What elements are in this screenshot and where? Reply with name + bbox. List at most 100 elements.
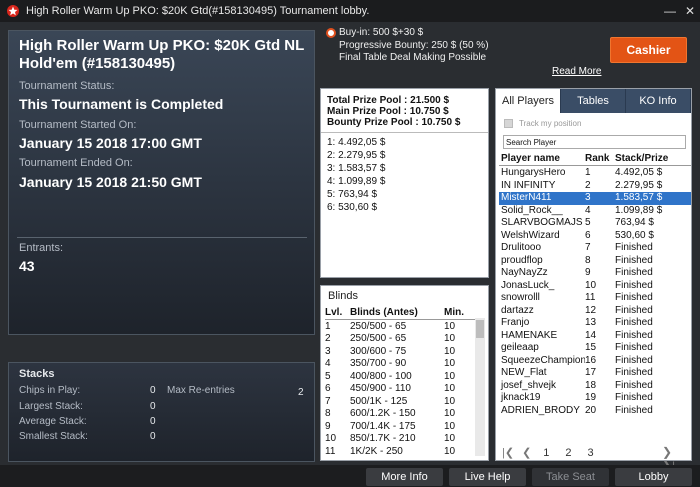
prize-item: 5: 763,94 $ <box>327 189 378 200</box>
blind-amounts: 700/1.4K - 175 <box>350 420 416 432</box>
players-pager: |❮ ❮ 1 2 3 <box>502 446 594 460</box>
tab-tables[interactable]: Tables <box>561 89 626 113</box>
player-name: HAMENAKE <box>501 329 558 341</box>
blind-level: 11 <box>325 445 336 457</box>
player-stack-prize: 1.099,89 $ <box>615 204 663 216</box>
player-stack-prize: Finished <box>615 367 653 378</box>
player-stack-prize: 2.279,95 $ <box>615 179 663 191</box>
blinds-header: Blinds <box>328 290 358 302</box>
player-row[interactable]: SqueezeChampion 16 Finished <box>499 355 691 368</box>
page-link[interactable]: 1 <box>543 447 549 459</box>
page-link[interactable]: 2 <box>565 447 571 459</box>
prize-item: 1: 4.492,05 $ <box>327 137 386 148</box>
cashier-button[interactable]: Cashier <box>610 37 687 63</box>
player-name: SLARVBOGMAJS <box>501 217 583 228</box>
page-link[interactable]: 3 <box>588 447 594 459</box>
started-value: January 15 2018 17:00 GMT <box>19 135 202 151</box>
track-position[interactable]: Track my position <box>504 119 581 128</box>
player-name: WelshWizard <box>501 229 560 241</box>
blind-level: 8 <box>325 408 331 419</box>
player-stack-prize: Finished <box>615 404 653 416</box>
minimize-icon[interactable]: — <box>660 4 680 18</box>
player-stack-prize: 1.583,57 $ <box>615 192 663 203</box>
player-row[interactable]: NEW_Flat 17 Finished <box>499 367 691 380</box>
prize-item: 2: 2.279,95 $ <box>327 150 386 161</box>
blinds-scrollbar[interactable] <box>475 318 485 456</box>
player-row[interactable]: Solid_Rock__ 4 1.099,89 $ <box>499 205 691 218</box>
player-name: ADRIEN_BRODY <box>501 404 580 416</box>
player-rank: 8 <box>585 254 591 266</box>
blind-amounts: 850/1.7K - 210 <box>350 433 416 444</box>
tab-ko-info[interactable]: KO Info <box>626 89 691 113</box>
player-row[interactable]: jknack19 19 Finished <box>499 392 691 405</box>
track-checkbox[interactable] <box>504 119 513 128</box>
player-row[interactable]: geileaap 15 Finished <box>499 342 691 355</box>
blinds-row: 4 350/700 - 90 10 <box>325 358 475 371</box>
player-row[interactable]: MisterN411 3 1.583,57 $ <box>499 192 691 205</box>
player-stack-prize: Finished <box>615 317 653 328</box>
divider <box>17 237 307 238</box>
player-stack-prize: Finished <box>615 304 653 316</box>
player-rank: 7 <box>585 242 591 253</box>
player-stack-prize: Finished <box>615 392 653 403</box>
prize-item: 3: 1.583,57 $ <box>327 163 386 174</box>
player-row[interactable]: dartazz 12 Finished <box>499 305 691 318</box>
entrants-value: 43 <box>19 258 35 274</box>
blind-minutes: 10 <box>444 408 456 419</box>
blinds-row: 11 1K/2K - 250 10 <box>325 446 475 459</box>
player-row[interactable]: IN INFINITY 2 2.279,95 $ <box>499 180 691 193</box>
player-stack-prize: Finished <box>615 254 653 266</box>
search-player-input[interactable] <box>503 135 686 149</box>
largest-label: Largest Stack: <box>19 401 83 412</box>
prize-item: 4: 1.099,89 $ <box>327 176 386 187</box>
player-stack-prize: Finished <box>615 242 653 253</box>
take-seat-button[interactable]: Take Seat <box>532 468 609 486</box>
blind-minutes: 10 <box>444 420 456 432</box>
read-more-link[interactable]: Read More <box>552 66 601 77</box>
player-rank: 11 <box>585 292 596 303</box>
player-row[interactable]: JonasLuck_ 10 Finished <box>499 280 691 293</box>
prev-page-icon[interactable]: ❮ <box>522 446 531 459</box>
scroll-thumb[interactable] <box>476 320 484 338</box>
next-page-icon[interactable]: ❯ <box>662 445 672 459</box>
close-icon[interactable]: ✕ <box>680 4 700 18</box>
player-rank: 17 <box>585 367 597 378</box>
track-label: Track my position <box>519 119 582 128</box>
players-tabs: All Players Tables KO Info <box>496 89 691 113</box>
player-row[interactable]: josef_shvejk 18 Finished <box>499 380 691 393</box>
tab-all-players[interactable]: All Players <box>496 89 561 113</box>
blind-minutes: 10 <box>444 383 456 394</box>
player-row[interactable]: snowrolll 11 Finished <box>499 292 691 305</box>
lobby-button[interactable]: Lobby <box>615 468 692 486</box>
player-row[interactable]: proudflop 8 Finished <box>499 255 691 268</box>
player-row[interactable]: NayNayZz 9 Finished <box>499 267 691 280</box>
player-rank: 16 <box>585 354 597 366</box>
player-row[interactable]: HAMENAKE 14 Finished <box>499 330 691 343</box>
reentries-label: Max Re-entries <box>167 385 235 396</box>
more-info-button[interactable]: More Info <box>366 468 443 486</box>
player-row[interactable]: WelshWizard 6 530,60 $ <box>499 230 691 243</box>
player-row[interactable]: ADRIEN_BRODY 20 Finished <box>499 405 691 418</box>
player-name: jknack19 <box>501 392 541 403</box>
prize-pool-summary: Total Prize Pool : 21.500 $ Main Prize P… <box>321 89 488 133</box>
player-name: Drulitooo <box>501 242 542 253</box>
prize-item: 6: 530,60 $ <box>327 202 378 213</box>
largest-value: 0 <box>150 401 156 412</box>
player-row[interactable]: SLARVBOGMAJS 5 763,94 $ <box>499 217 691 230</box>
buyin-radio-icon <box>326 28 336 38</box>
live-help-button[interactable]: Live Help <box>449 468 526 486</box>
player-name: HungarysHero <box>501 167 566 178</box>
player-row[interactable]: HungarysHero 1 4.492,05 $ <box>499 167 691 180</box>
col-rank: Rank <box>585 153 610 164</box>
blind-level: 4 <box>325 358 331 369</box>
blind-level: 7 <box>325 395 331 407</box>
player-rank: 15 <box>585 342 597 353</box>
player-row[interactable]: Franjo 13 Finished <box>499 317 691 330</box>
status-value: This Tournament is Completed <box>19 96 224 112</box>
player-row[interactable]: Drulitooo 7 Finished <box>499 242 691 255</box>
player-stack-prize: Finished <box>615 354 653 366</box>
player-stack-prize: Finished <box>615 329 653 341</box>
player-rank: 20 <box>585 404 597 416</box>
first-page-icon[interactable]: |❮ <box>502 446 514 459</box>
window-title: High Roller Warm Up PKO: $20K Gtd(#15813… <box>26 5 370 17</box>
